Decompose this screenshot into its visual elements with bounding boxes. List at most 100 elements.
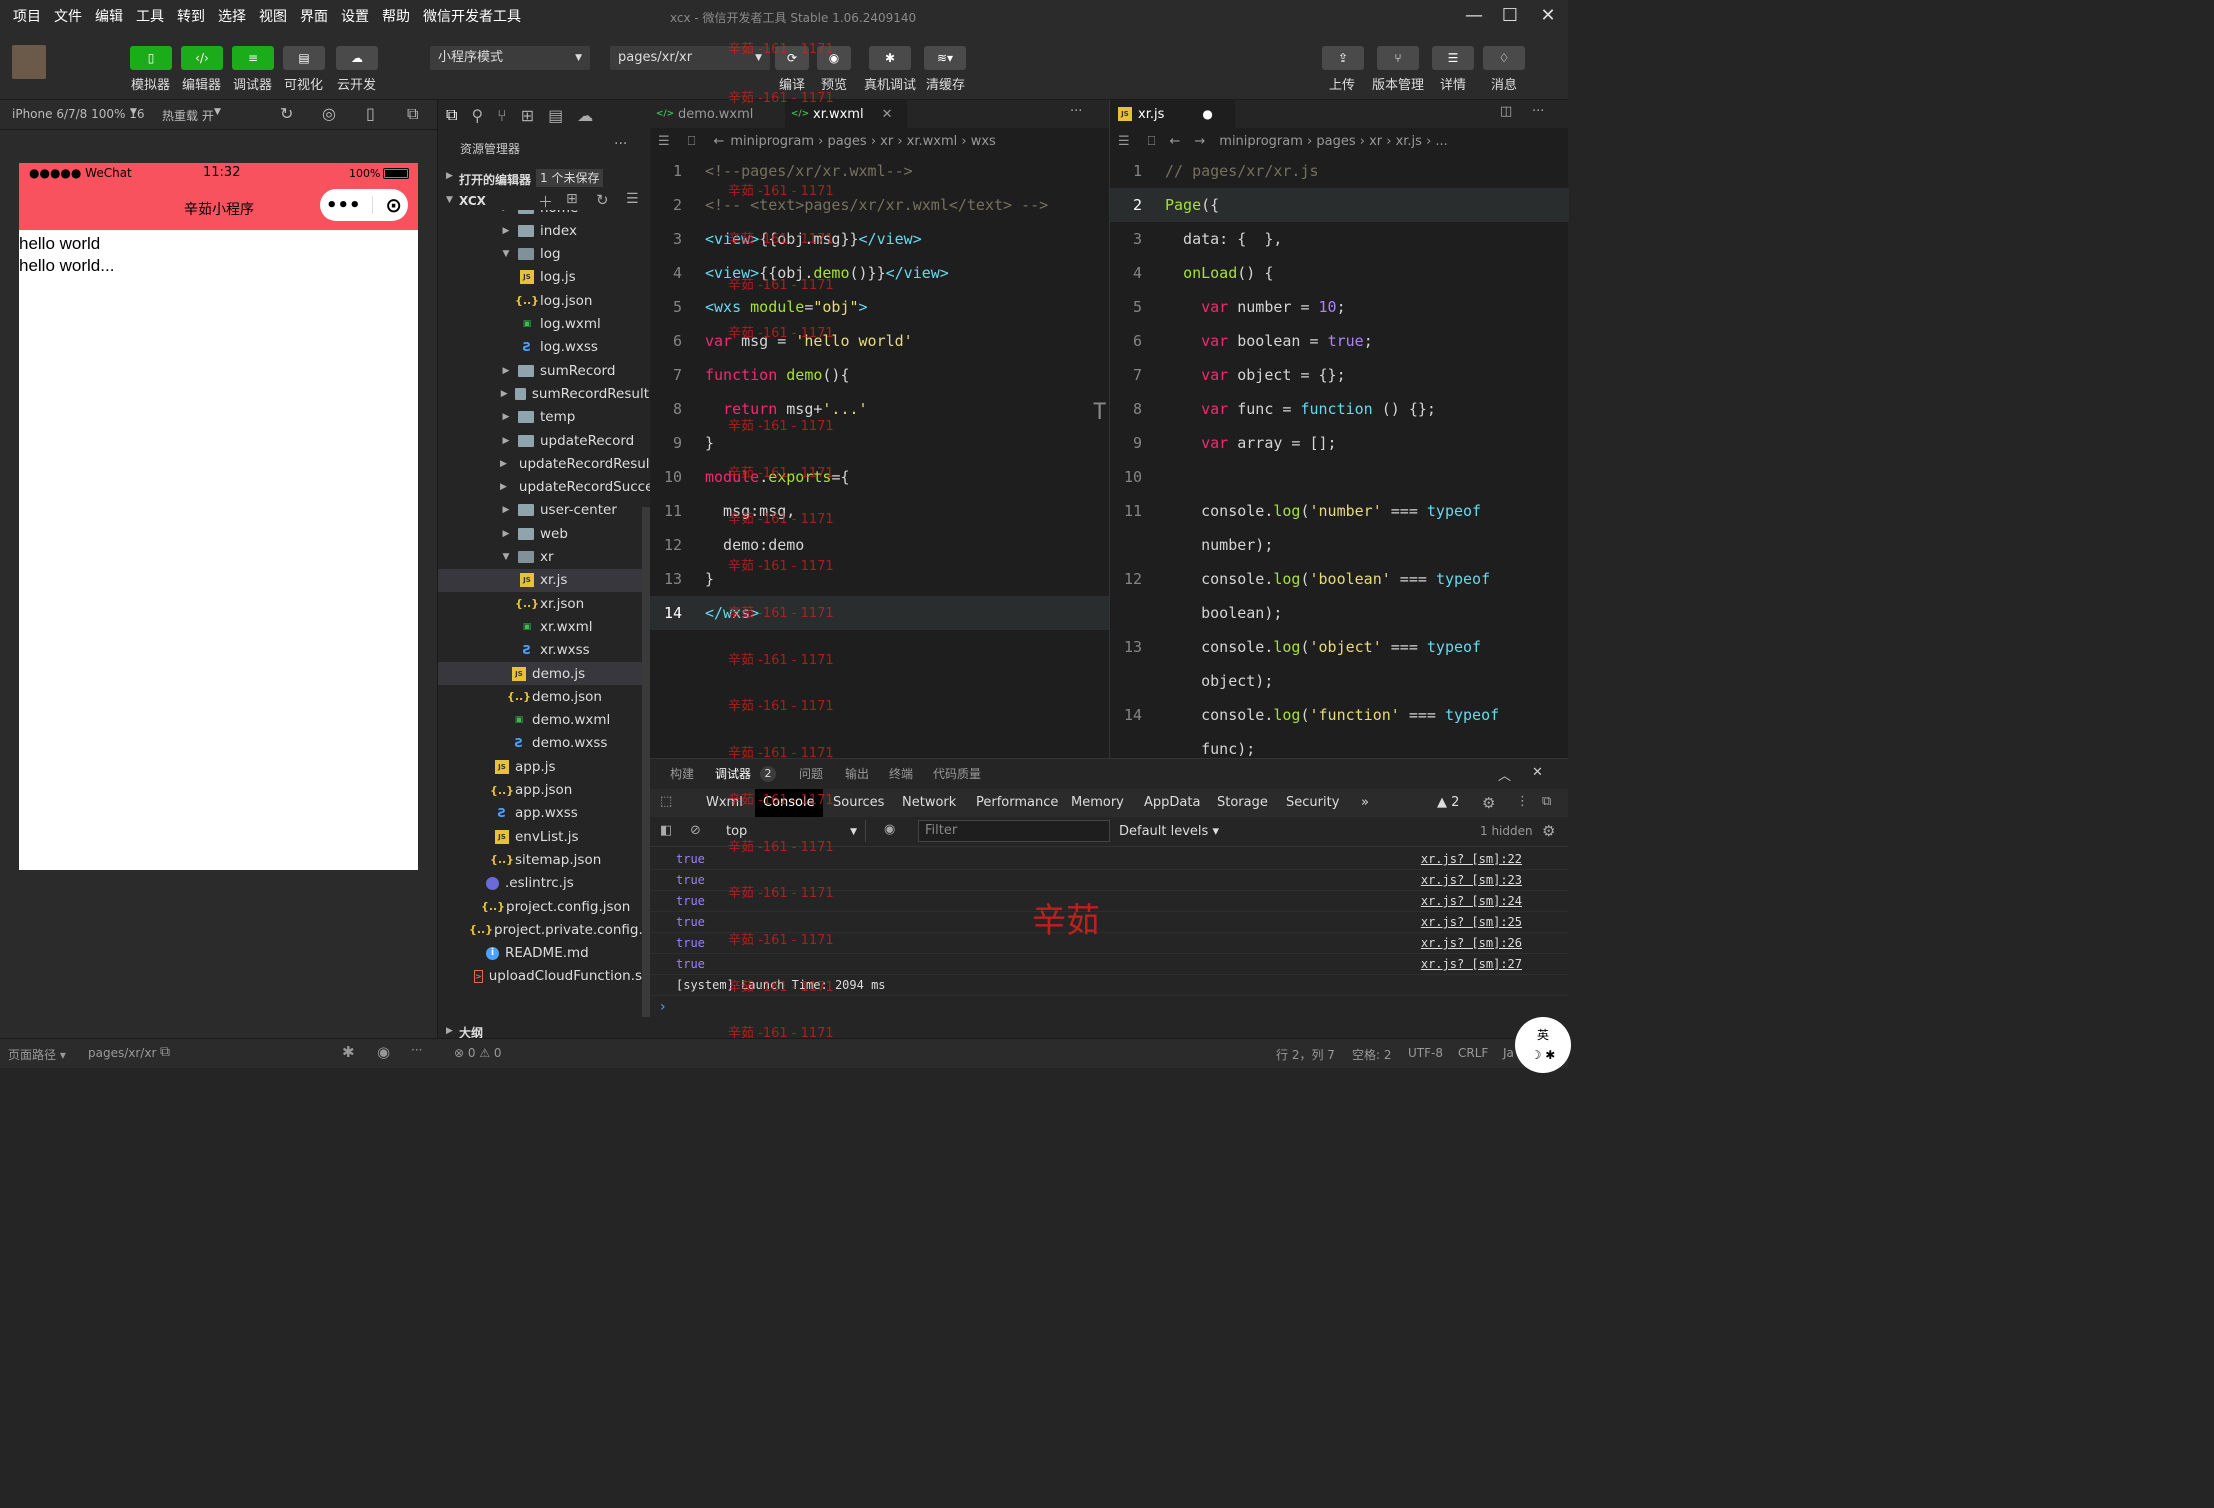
- tab-xr-wxml[interactable]: </> xr.wxml ✕: [785, 100, 907, 128]
- tree-item[interactable]: ▶ sumRecordResult: [438, 382, 649, 405]
- code-area[interactable]: 1 <!--pages/xr/xr.wxml--> 2 <!-- <text>page…: [650, 154, 1109, 758]
- code-line[interactable]: 9 var array = [];: [1110, 426, 1569, 460]
- log-source-link[interactable]: xr.js? [sm]:22: [1421, 849, 1522, 870]
- files-icon[interactable]: ⧉: [446, 105, 457, 125]
- log-source-link[interactable]: xr.js? [sm]:27: [1421, 954, 1522, 975]
- tree-item[interactable]: ▶ index: [438, 219, 649, 242]
- code-line[interactable]: 8 return msg+'...': [650, 392, 1109, 426]
- tree-item[interactable]: ▼ log: [438, 243, 649, 266]
- more-icon[interactable]: •••: [326, 195, 361, 216]
- back-icon[interactable]: ←: [1169, 134, 1180, 149]
- tree-item[interactable]: Ƨapp.wxss: [438, 802, 649, 825]
- code-line[interactable]: object);: [1110, 664, 1569, 698]
- code-line[interactable]: 5 var number = 10;: [1110, 290, 1569, 324]
- tab-wxml[interactable]: Wxml: [706, 789, 743, 817]
- realdevice-button[interactable]: ✱: [869, 46, 911, 70]
- menu-file[interactable]: 文件: [54, 6, 82, 26]
- code-line[interactable]: 6 var msg = 'hello world': [650, 324, 1109, 358]
- phone-outline-icon[interactable]: ▯: [366, 104, 375, 123]
- ime-floating-icon[interactable]: 英 ☽ ✱: [1515, 1017, 1571, 1073]
- new-folder-icon[interactable]: ⊞: [566, 191, 578, 207]
- code-line[interactable]: 2 Page({: [1110, 188, 1569, 222]
- message-button[interactable]: ♢: [1483, 46, 1525, 70]
- tree-item[interactable]: .eslintrc.js: [438, 872, 649, 895]
- cloud-button[interactable]: ☁: [336, 46, 378, 70]
- compile-button[interactable]: ⟳: [775, 46, 809, 70]
- tab-appdata[interactable]: AppData: [1144, 789, 1200, 817]
- tree-item[interactable]: {..} project.config.json: [438, 895, 649, 918]
- detail-button[interactable]: ☰: [1432, 46, 1474, 70]
- code-line[interactable]: 9}: [650, 426, 1109, 460]
- tree-item[interactable]: ▶ user-center: [438, 499, 649, 522]
- forward-icon[interactable]: →: [1194, 134, 1205, 149]
- tab-sources[interactable]: Sources: [833, 789, 884, 817]
- code-line[interactable]: 14 </wxs>: [650, 596, 1109, 630]
- new-file-icon[interactable]: ＋: [538, 191, 553, 212]
- tab-output[interactable]: 输出: [845, 759, 869, 789]
- close-circle-icon[interactable]: ⊙: [385, 193, 402, 217]
- hotreload-toggle[interactable]: 热重载 开: [162, 107, 214, 124]
- tree-item[interactable]: ▶ updateRecordSuccess: [438, 476, 651, 499]
- tree-item[interactable]: JS envList.js: [438, 825, 649, 848]
- tab-security[interactable]: Security: [1286, 789, 1339, 817]
- code-area[interactable]: 1// pages/xr/xr.js 2 Page({3 data: { }, 4 o…: [1110, 154, 1569, 758]
- chevron-up-icon[interactable]: ︿: [1498, 765, 1511, 784]
- close-icon[interactable]: ✕: [1532, 765, 1543, 780]
- tree-item[interactable]: ▶ sumRecord: [438, 359, 649, 382]
- tab-xr-js[interactable]: JS xr.js ●: [1110, 100, 1235, 128]
- debugger-button[interactable]: ≡: [232, 46, 274, 70]
- code-line[interactable]: 11 msg:msg,: [650, 494, 1109, 528]
- upload-button[interactable]: ⇪: [1322, 46, 1364, 70]
- tree-item[interactable]: ▶ updateRecord: [438, 429, 649, 452]
- menu-project[interactable]: 项目: [13, 6, 41, 26]
- page-select[interactable]: pages/xr/xr ▼: [610, 46, 770, 70]
- log-source-link[interactable]: xr.js? [sm]:26: [1421, 933, 1522, 954]
- maximize-icon[interactable]: ☐: [1498, 4, 1522, 28]
- tab-terminal[interactable]: 终端: [889, 759, 913, 789]
- menu-help[interactable]: 帮助: [382, 6, 410, 26]
- filter-input[interactable]: Filter: [918, 820, 1110, 842]
- code-line[interactable]: 11 console.log('number' === typeof: [1110, 494, 1569, 528]
- tree-item[interactable]: Ƨdemo.wxss: [438, 732, 649, 755]
- clear-console-icon[interactable]: ⊘: [690, 823, 701, 838]
- tree-item[interactable]: {..} sitemap.json: [438, 848, 649, 871]
- rotate-icon[interactable]: ↻: [280, 104, 293, 123]
- tab-memory[interactable]: Memory: [1071, 789, 1124, 817]
- tree-item[interactable]: JS log.js: [438, 266, 649, 289]
- version-button[interactable]: ⑂: [1377, 46, 1419, 70]
- tree-item[interactable]: {..} xr.json: [438, 592, 649, 615]
- breadcrumb-path[interactable]: miniprogram › pages › xr › xr.js › ...: [1219, 134, 1448, 149]
- refresh-icon[interactable]: ↻: [596, 191, 609, 209]
- menu-settings[interactable]: 设置: [341, 6, 369, 26]
- code-line[interactable]: 1 // pages/xr/xr.js: [1110, 154, 1569, 188]
- log-source-link[interactable]: xr.js? [sm]:24: [1421, 891, 1522, 912]
- open-editors-section[interactable]: 打开的编辑器: [459, 171, 531, 188]
- tab-code-quality[interactable]: 代码质量: [933, 759, 981, 789]
- more-vertical-icon[interactable]: ⋮: [1516, 794, 1529, 809]
- code-line[interactable]: 2 <!-- <text>pages/xr/xr.wxml</text> -->: [650, 188, 1109, 222]
- menu-wechat-devtools[interactable]: 微信开发者工具: [423, 6, 521, 26]
- problems-count[interactable]: ⊗ 0 ⚠ 0: [454, 1046, 502, 1060]
- sidebar-toggle-icon[interactable]: ◧: [660, 823, 672, 838]
- more-icon[interactable]: ···: [411, 1043, 422, 1057]
- language-mode[interactable]: Ja: [1503, 1046, 1514, 1060]
- tree-item[interactable]: {..} project.private.config.js...: [438, 918, 651, 941]
- tab-build[interactable]: 构建: [670, 759, 694, 789]
- line-ending[interactable]: CRLF: [1458, 1046, 1488, 1060]
- cloud-icon[interactable]: ☁: [577, 106, 593, 125]
- code-line[interactable]: 12 demo:demo: [650, 528, 1109, 562]
- tree-item[interactable]: ▣ xr.wxml: [438, 615, 649, 638]
- device-select[interactable]: iPhone 6/7/8 100% 16: [12, 107, 145, 121]
- split-editor-icon[interactable]: ◫: [1500, 104, 1512, 119]
- tab-storage[interactable]: Storage: [1217, 789, 1268, 817]
- code-line[interactable]: 4 onLoad() {: [1110, 256, 1569, 290]
- project-section[interactable]: XCX: [459, 194, 486, 208]
- menu-view[interactable]: 视图: [259, 6, 287, 26]
- tree-item[interactable]: Ƨlog.wxss: [438, 336, 649, 359]
- tree-item[interactable]: ▣ log.wxml: [438, 313, 649, 336]
- tree-item[interactable]: {..} log.json: [438, 289, 649, 312]
- capsule-menu[interactable]: ••• ⊙: [320, 189, 408, 221]
- list-icon[interactable]: ☰: [658, 134, 670, 149]
- tree-item[interactable]: {..} app.json: [438, 779, 649, 802]
- code-line[interactable]: 14 console.log('function' === typeof: [1110, 698, 1569, 732]
